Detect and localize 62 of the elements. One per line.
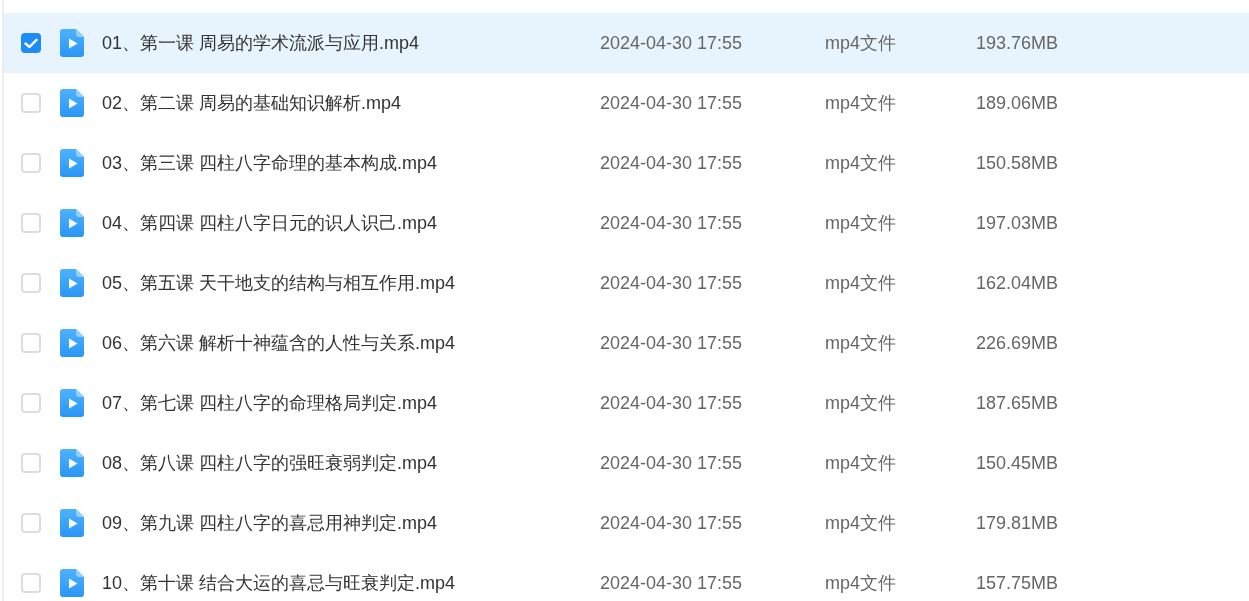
file-name[interactable]: 05、第五课 天干地支的结构与相互作用.mp4 [102,272,456,293]
file-size: 226.69MB [976,332,1059,353]
file-type: mp4文件 [825,392,896,413]
modified-date: 2024-04-30 17:55 [600,512,743,533]
file-name[interactable]: 02、第二课 周易的基础知识解析.mp4 [102,92,402,113]
file-row[interactable]: 01、第一课 周易的学术流派与应用.mp4 2024-04-30 17:55 mp4文件 193.76MB [4,13,1249,73]
file-name[interactable]: 10、第十课 结合大运的喜忌与旺衰判定.mp4 [102,572,456,593]
file-name[interactable]: 03、第三课 四柱八字命理的基本构成.mp4 [102,152,438,173]
video-file-icon [60,329,84,357]
video-file-icon [60,29,84,57]
modified-date: 2024-04-30 17:55 [600,392,743,413]
file-type: mp4文件 [825,332,896,353]
file-type: mp4文件 [825,212,896,233]
video-file-icon [60,209,84,237]
file-name[interactable]: 01、第一课 周易的学术流派与应用.mp4 [102,32,420,53]
file-size: 157.75MB [976,572,1059,593]
modified-date: 2024-04-30 17:55 [600,32,743,53]
file-size: 197.03MB [976,212,1059,233]
file-name[interactable]: 09、第九课 四柱八字的喜忌用神判定.mp4 [102,512,438,533]
file-name[interactable]: 08、第八课 四柱八字的强旺衰弱判定.mp4 [102,452,438,473]
file-type: mp4文件 [825,452,896,473]
modified-date: 2024-04-30 17:55 [600,212,743,233]
file-name[interactable]: 06、第六课 解析十神蕴含的人性与关系.mp4 [102,332,456,353]
file-size: 193.76MB [976,32,1059,53]
modified-date: 2024-04-30 17:55 [600,452,743,473]
checkmark-icon [24,37,38,49]
modified-date: 2024-04-30 17:55 [600,272,743,293]
checkbox[interactable] [21,213,41,233]
file-type: mp4文件 [825,152,896,173]
modified-date: 2024-04-30 17:55 [600,152,743,173]
checkbox[interactable] [21,273,41,293]
file-size: 150.45MB [976,452,1059,473]
file-size: 187.65MB [976,392,1059,413]
video-file-icon [60,149,84,177]
checkbox[interactable] [21,153,41,173]
video-file-icon [60,569,84,597]
video-file-icon [60,269,84,297]
video-file-icon [60,89,84,117]
modified-date: 2024-04-30 17:55 [600,92,743,113]
file-size: 162.04MB [976,272,1059,293]
checkbox[interactable] [21,93,41,113]
modified-date: 2024-04-30 17:55 [600,332,743,353]
video-file-icon [60,509,84,537]
file-type: mp4文件 [825,512,896,533]
checkbox[interactable] [21,33,41,53]
modified-date: 2024-04-30 17:55 [600,572,743,593]
video-file-icon [60,449,84,477]
file-type: mp4文件 [825,32,896,53]
file-name[interactable]: 07、第七课 四柱八字的命理格局判定.mp4 [102,392,438,413]
checkbox[interactable] [21,513,41,533]
checkbox[interactable] [21,393,41,413]
checkbox[interactable] [21,333,41,353]
file-type: mp4文件 [825,272,896,293]
file-type: mp4文件 [825,572,896,593]
file-type: mp4文件 [825,92,896,113]
file-size: 179.81MB [976,512,1059,533]
file-size: 150.58MB [976,152,1059,173]
file-name[interactable]: 04、第四课 四柱八字日元的识人识己.mp4 [102,212,438,233]
checkbox[interactable] [21,453,41,473]
video-file-icon [60,389,84,417]
file-size: 189.06MB [976,92,1059,113]
checkbox[interactable] [21,573,41,593]
